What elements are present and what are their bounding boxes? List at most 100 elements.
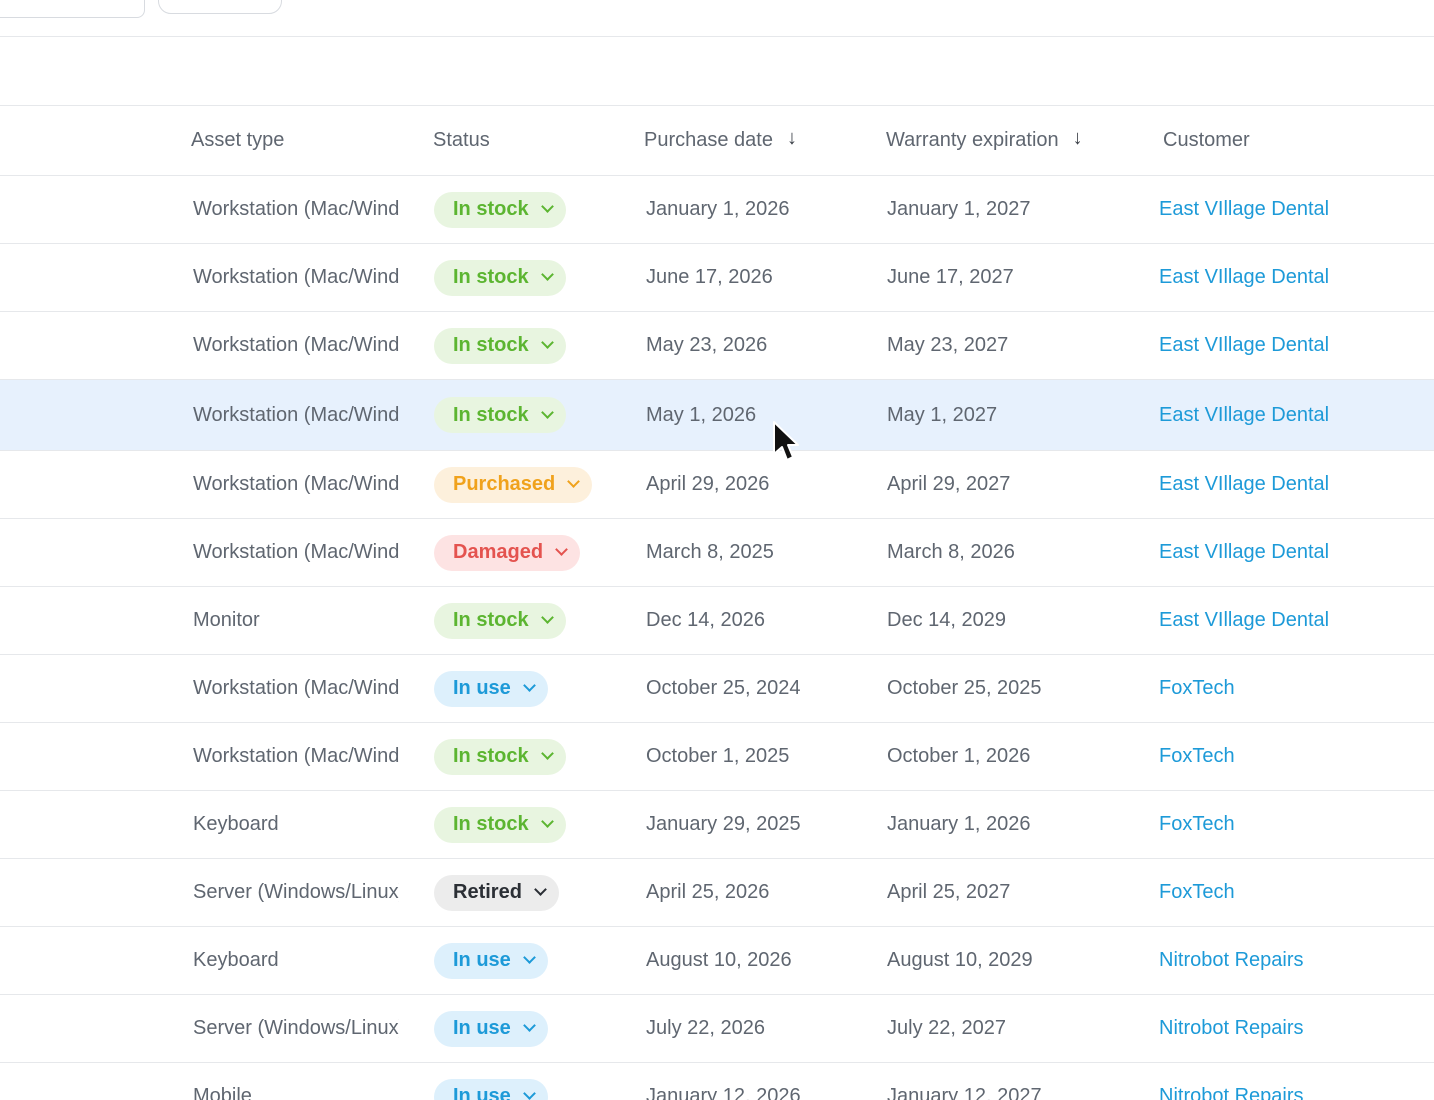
- status-cell: In use: [434, 927, 634, 994]
- customer-link[interactable]: Nitrobot Repairs: [1159, 1017, 1304, 1040]
- table-row[interactable]: Server (Windows/Linux) In use July 22, 202…: [0, 995, 1434, 1063]
- table-row[interactable]: Monitor In stock Dec 14, 2026 Dec 14, 2029 E…: [0, 587, 1434, 655]
- purchase-date-text: July 22, 2026: [646, 1017, 765, 1039]
- customer-link[interactable]: Nitrobot Repairs: [1159, 1085, 1304, 1100]
- status-dropdown[interactable]: In use: [434, 942, 548, 979]
- chevron-down-icon: [540, 200, 554, 213]
- purchase-date-text: March 8, 2025: [646, 541, 774, 563]
- table-row[interactable]: Keyboard In stock January 29, 2025 January …: [0, 791, 1434, 859]
- toolbar-spacer: [0, 36, 1434, 106]
- column-header-status[interactable]: Status: [433, 106, 490, 175]
- chevron-down-icon: [540, 815, 554, 828]
- warranty-expiration-cell: October 1, 2026: [887, 723, 1137, 790]
- status-dropdown[interactable]: In use: [434, 670, 548, 707]
- status-cell: Purchased: [434, 451, 634, 518]
- customer-link[interactable]: East VIllage Dental: [1159, 266, 1329, 289]
- table-row[interactable]: Workstation (Mac/Windows) Damaged March 8,…: [0, 519, 1434, 587]
- purchase-date-cell: June 17, 2026: [646, 244, 866, 311]
- asset-type-cell: Workstation (Mac/Windows): [193, 380, 399, 450]
- warranty-expiration-text: May 1, 2027: [887, 403, 998, 426]
- purchase-date-text: January 29, 2025: [646, 813, 801, 835]
- table-row[interactable]: Workstation (Mac/Windows) In stock May 23,…: [0, 312, 1434, 380]
- table-row[interactable]: Workstation (Mac/Windows) In stock May 1, …: [0, 380, 1434, 451]
- status-dropdown[interactable]: In stock: [434, 806, 566, 843]
- table-row[interactable]: Server (Windows/Linux) Retired April 25, 2…: [0, 859, 1434, 927]
- chevron-down-icon: [522, 679, 536, 692]
- status-cell: In stock: [434, 312, 634, 379]
- toolbar: [0, 0, 1434, 37]
- purchase-date-text: January 12, 2026: [646, 1085, 801, 1100]
- purchase-date-text: Dec 14, 2026: [646, 609, 765, 631]
- asset-type-text: Server (Windows/Linux): [193, 1017, 399, 1039]
- customer-link[interactable]: East VIllage Dental: [1159, 609, 1329, 632]
- table-row[interactable]: Workstation (Mac/Windows) In use October 2…: [0, 655, 1434, 723]
- column-header-asset-type[interactable]: Asset type: [191, 106, 284, 175]
- customer-link[interactable]: East VIllage Dental: [1159, 473, 1329, 496]
- filter-button[interactable]: [158, 0, 282, 14]
- status-cell: In stock: [434, 244, 634, 311]
- column-header-customer[interactable]: Customer: [1163, 106, 1250, 175]
- warranty-expiration-text: May 23, 2027: [887, 334, 1009, 356]
- customer-link[interactable]: FoxTech: [1159, 677, 1235, 700]
- asset-type-cell: Workstation (Mac/Windows): [193, 244, 399, 311]
- arrow-down-icon[interactable]: ↓: [1073, 104, 1083, 173]
- warranty-expiration-text: Dec 14, 2029: [887, 609, 1006, 631]
- chevron-down-icon: [555, 543, 568, 556]
- customer-link[interactable]: East VIllage Dental: [1159, 334, 1329, 357]
- customer-cell: East VIllage Dental: [1159, 587, 1434, 654]
- asset-type-text: Workstation (Mac/Windows): [193, 403, 399, 426]
- customer-link[interactable]: FoxTech: [1159, 881, 1235, 904]
- chevron-down-icon: [522, 1087, 536, 1100]
- status-cell: In stock: [434, 176, 634, 243]
- column-header-purchase-date[interactable]: Purchase date ↓: [644, 106, 797, 175]
- asset-type-cell: Monitor: [193, 587, 399, 654]
- asset-type-text: Keyboard: [193, 813, 279, 835]
- asset-type-text: Workstation (Mac/Windows): [193, 266, 399, 288]
- status-dropdown[interactable]: Retired: [434, 874, 559, 911]
- warranty-expiration-text: August 10, 2029: [887, 949, 1033, 971]
- warranty-expiration-cell: May 23, 2027: [887, 312, 1137, 379]
- table-row[interactable]: Workstation (Mac/Windows) In stock October…: [0, 723, 1434, 791]
- customer-link[interactable]: East VIllage Dental: [1159, 404, 1329, 427]
- status-dropdown[interactable]: In stock: [434, 259, 566, 296]
- customer-cell: FoxTech: [1159, 791, 1434, 858]
- purchase-date-text: January 1, 2026: [646, 198, 790, 220]
- status-dropdown[interactable]: In stock: [434, 397, 566, 433]
- table-row[interactable]: Workstation (Mac/Windows) In stock June 17…: [0, 244, 1434, 312]
- table-header: Asset type Status Purchase date ↓ Warrant…: [0, 106, 1434, 176]
- column-header-label: Status: [433, 129, 490, 151]
- warranty-expiration-cell: August 10, 2029: [887, 927, 1137, 994]
- customer-link[interactable]: Nitrobot Repairs: [1159, 949, 1304, 972]
- search-input[interactable]: [0, 0, 145, 18]
- purchase-date-cell: Dec 14, 2026: [646, 587, 866, 654]
- status-cell: Retired: [434, 859, 634, 926]
- status-dropdown[interactable]: In stock: [434, 738, 566, 775]
- status-dropdown[interactable]: Purchased: [434, 466, 593, 503]
- status-label: In stock: [453, 745, 529, 767]
- status-dropdown[interactable]: In stock: [434, 602, 566, 639]
- status-cell: In stock: [434, 791, 634, 858]
- table-row[interactable]: Workstation (Mac/Windows) Purchased April …: [0, 451, 1434, 519]
- table-row[interactable]: Workstation (Mac/Windows) In stock January…: [0, 176, 1434, 244]
- customer-link[interactable]: East VIllage Dental: [1159, 198, 1329, 221]
- customer-cell: Nitrobot Repairs: [1159, 927, 1434, 994]
- asset-type-cell: Server (Windows/Linux): [193, 995, 399, 1062]
- arrow-down-icon[interactable]: ↓: [787, 104, 797, 173]
- purchase-date-cell: October 25, 2024: [646, 655, 866, 722]
- table-row[interactable]: Mobile In use January 12, 2026 January 12, …: [0, 1063, 1434, 1100]
- status-dropdown[interactable]: In stock: [434, 191, 566, 228]
- column-header-warranty-expiration[interactable]: Warranty expiration ↓: [886, 106, 1083, 175]
- customer-link[interactable]: FoxTech: [1159, 813, 1235, 836]
- customer-link[interactable]: East VIllage Dental: [1159, 541, 1329, 564]
- status-label: In stock: [453, 334, 529, 356]
- status-label: Retired: [453, 881, 522, 903]
- status-dropdown[interactable]: In stock: [434, 327, 566, 364]
- purchase-date-text: October 1, 2025: [646, 745, 790, 767]
- customer-link[interactable]: FoxTech: [1159, 745, 1235, 768]
- purchase-date-cell: January 12, 2026: [646, 1063, 866, 1100]
- status-dropdown[interactable]: In use: [434, 1010, 548, 1047]
- status-dropdown[interactable]: In use: [434, 1078, 548, 1100]
- table-row[interactable]: Keyboard In use August 10, 2026 August 10, …: [0, 927, 1434, 995]
- asset-type-text: Keyboard: [193, 949, 279, 971]
- status-dropdown[interactable]: Damaged: [434, 534, 581, 571]
